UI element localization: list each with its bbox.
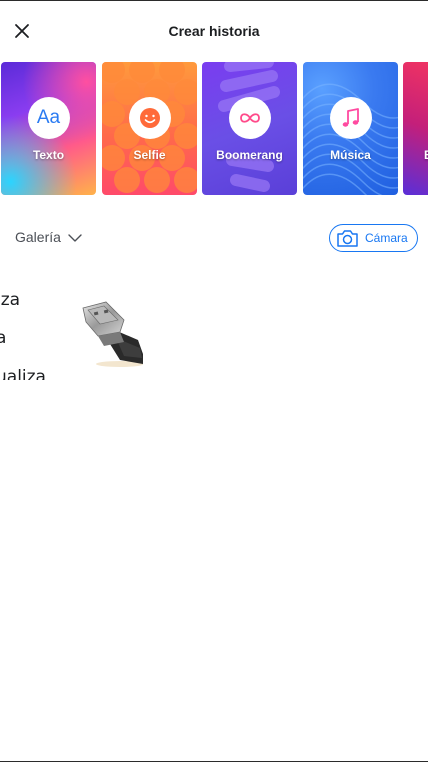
- media-thumbnail[interactable]: iza a ualiza: [0, 270, 143, 380]
- infinity-icon: [228, 97, 271, 139]
- story-card-label: Texto: [32, 148, 65, 162]
- thumbnail-text-line: iza: [0, 290, 21, 310]
- story-type-carousel[interactable]: Aa Texto Selfie Boomerang Música: [0, 62, 428, 196]
- thumbnail-text-line: a: [0, 328, 7, 348]
- story-card-label: Selfie: [133, 148, 166, 162]
- camera-button-label: Cámara: [365, 231, 408, 245]
- story-card-musica[interactable]: Música: [303, 62, 398, 195]
- usb-connector-image: [82, 301, 143, 367]
- story-card-selfie[interactable]: Selfie: [102, 62, 197, 195]
- story-card-boomerang[interactable]: Boomerang: [202, 62, 297, 195]
- camera-icon: [336, 229, 359, 248]
- story-card-label: Boomerang: [216, 148, 283, 162]
- text-aa-glyph: Aa: [36, 107, 61, 128]
- chevron-down-icon: [68, 233, 82, 242]
- story-card-label: B: [403, 148, 428, 162]
- gallery-dropdown-label: Galería: [15, 229, 61, 245]
- page-title: Crear historia: [168, 23, 260, 39]
- story-card-label: Música: [330, 148, 371, 162]
- close-button[interactable]: [8, 15, 36, 47]
- music-note-icon: [329, 97, 372, 139]
- gallery-toolbar: Galería Cámara: [0, 222, 428, 254]
- close-icon: [15, 24, 29, 38]
- header: Crear historia: [0, 1, 428, 61]
- gallery-dropdown[interactable]: Galería: [15, 229, 82, 245]
- thumbnail-text-line: ualiza: [0, 367, 46, 380]
- smiley-face-icon: [128, 97, 171, 139]
- text-aa-icon: Aa: [27, 97, 70, 139]
- story-card-partial[interactable]: B: [403, 62, 428, 195]
- story-card-texto[interactable]: Aa Texto: [1, 62, 96, 195]
- camera-button[interactable]: Cámara: [329, 224, 418, 252]
- partial-card-background: [403, 62, 428, 195]
